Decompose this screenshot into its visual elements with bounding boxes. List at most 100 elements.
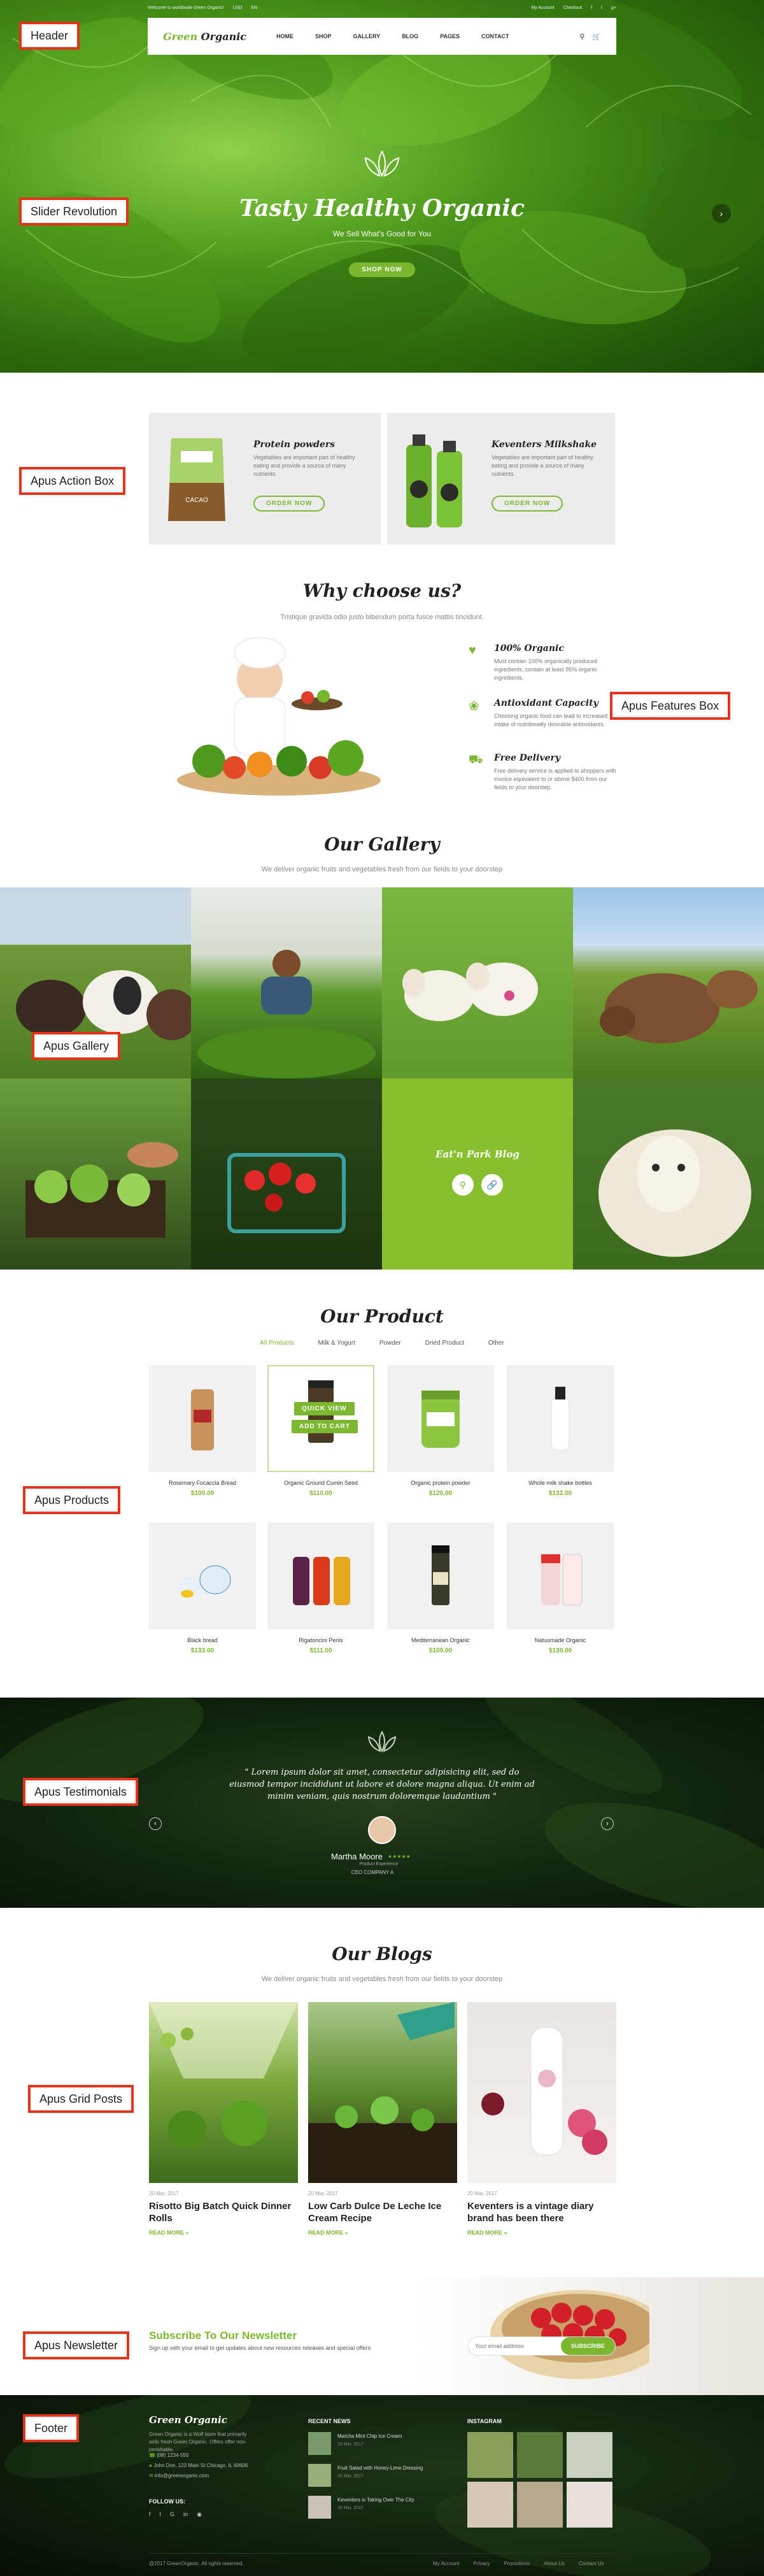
blog-image-watering[interactable] (308, 2002, 457, 2183)
next-arrow-icon[interactable]: › (601, 1817, 614, 1830)
news-item[interactable]: Matcha Mint Chip Ice Cream 20 Mar, 2017 (308, 2432, 435, 2458)
overlay-link-button[interactable]: 🔗 (481, 1174, 503, 1196)
label-gallery: Apus Gallery (32, 1032, 121, 1060)
nav-gallery[interactable]: GALLERY (353, 33, 381, 39)
prev-arrow-icon[interactable]: ‹ (149, 1817, 162, 1830)
instagram-photo[interactable] (467, 2432, 513, 2478)
product-name[interactable]: Black bread (149, 1637, 256, 1643)
footer-link-privacy[interactable]: Privacy (473, 2561, 490, 2566)
feature-item: ⛟ Free Delivery Free delivery service is… (469, 753, 621, 808)
news-title[interactable]: Keventers is Taking Over The City (337, 2497, 414, 2503)
facebook-icon[interactable]: f (149, 2511, 151, 2518)
gallery-image-strawberries[interactable] (191, 1078, 382, 1270)
main-nav: Green Organic HOME SHOP GALLERY BLOG PAG… (148, 18, 616, 55)
logo[interactable]: Green Organic (163, 31, 265, 43)
hero-subtitle: We Sell What's Good for You (332, 229, 432, 238)
blog-image-milk-bottle[interactable] (467, 2002, 616, 2183)
feature-title: Free Delivery (494, 753, 560, 763)
product-card[interactable] (149, 1522, 256, 1629)
product-name[interactable]: Organic protein powder (387, 1480, 494, 1486)
instagram-photo[interactable] (567, 2432, 612, 2478)
blog-title[interactable]: Low Carb Dulce De Leche Ice Cream Recipe (308, 2200, 457, 2224)
gallery-image-sheep[interactable] (573, 1078, 764, 1270)
product-card[interactable] (507, 1365, 614, 1472)
tab-dried-product[interactable]: Dried Product (425, 1340, 464, 1347)
product-card-hover[interactable]: QUICK VIEW ADD TO CART (267, 1365, 374, 1472)
nav-contact[interactable]: CONTACT (481, 33, 509, 39)
product-name[interactable]: Mediterranean Organic (387, 1637, 494, 1643)
product-card[interactable] (149, 1365, 256, 1472)
read-more-link[interactable]: READ MORE » (308, 2229, 457, 2236)
product-price: $132.00 (548, 1490, 572, 1497)
footer-link-contact-us[interactable]: Contact Us (579, 2561, 604, 2566)
order-now-button[interactable]: ORDER NOW (253, 496, 325, 512)
news-title[interactable]: Fruit Salad with Honey-Lime Dressing (337, 2465, 423, 2471)
instagram-photo[interactable] (567, 2482, 612, 2528)
footer-logo[interactable]: Green Organic (149, 2414, 227, 2426)
instagram-photo[interactable] (467, 2482, 513, 2528)
search-icon[interactable]: ⚲ (579, 32, 584, 41)
bread-bag-image (191, 1389, 214, 1450)
tab-milk-yogurt[interactable]: Milk & Yogurt (318, 1340, 355, 1347)
product-card[interactable] (387, 1522, 494, 1629)
shop-now-button[interactable]: SHOP NOW (349, 262, 415, 277)
product-name[interactable]: Whole milk shake bottles (507, 1480, 614, 1486)
footer-link-my-account[interactable]: My Account (433, 2561, 459, 2566)
nav-pages[interactable]: PAGES (440, 33, 460, 39)
facebook-icon[interactable]: f (591, 6, 592, 10)
tab-other[interactable]: Other (488, 1340, 504, 1347)
subscribe-button[interactable]: SUBSCRIBE (560, 2337, 615, 2355)
twitter-icon[interactable]: t (160, 2511, 162, 2518)
currency-select[interactable]: USD (233, 6, 243, 10)
twitter-icon[interactable]: t (601, 6, 602, 10)
gallery-image-seedlings[interactable] (0, 1078, 191, 1270)
gallery-image-woman-field[interactable] (191, 887, 382, 1078)
nav-shop[interactable]: SHOP (315, 33, 332, 39)
product-name[interactable]: Organic Ground Cumin Seed (267, 1480, 374, 1486)
product-name[interactable]: Rosemary Focaccia Bread (149, 1480, 256, 1486)
blogs-subtitle: We deliver organic fruits and vegetables… (261, 1975, 503, 1983)
read-more-link[interactable]: READ MORE » (467, 2229, 616, 2236)
product-card[interactable] (267, 1522, 374, 1629)
email-text[interactable]: info@greenorganic.com (155, 2473, 209, 2479)
email-input[interactable] (475, 2341, 551, 2351)
news-title[interactable]: Matcha Mint Chip Ice Cream (337, 2433, 402, 2439)
instagram-photo[interactable] (517, 2482, 563, 2528)
nav-blog[interactable]: BLOG (402, 33, 418, 39)
instagram-photo[interactable] (517, 2432, 563, 2478)
blog-title[interactable]: Risotto Big Batch Quick Dinner Rolls (149, 2200, 298, 2224)
action-title: Keventers Milkshake (492, 440, 597, 450)
blog-image-greenhouse[interactable] (149, 2002, 298, 2183)
tab-all-products[interactable]: All Products (260, 1340, 294, 1347)
order-now-button[interactable]: ORDER NOW (492, 496, 563, 512)
google-plus-icon[interactable]: G (170, 2511, 174, 2518)
gallery-image-lambs[interactable] (382, 887, 573, 1078)
gallery-image-cattle[interactable] (573, 887, 764, 1078)
google-plus-icon[interactable]: g+ (611, 6, 616, 10)
news-item[interactable]: Fruit Salad with Honey-Lime Dressing 20 … (308, 2464, 435, 2489)
nav-home[interactable]: HOME (276, 33, 294, 39)
newsletter-form: SUBSCRIBE (469, 2337, 615, 2355)
footer-link-promotions[interactable]: Promotions (504, 2561, 530, 2566)
product-card[interactable] (387, 1365, 494, 1472)
product-card[interactable] (507, 1522, 614, 1629)
read-more-link[interactable]: READ MORE » (149, 2229, 298, 2236)
my-account-link[interactable]: My Account (531, 6, 554, 10)
add-to-cart-button[interactable]: ADD TO CART (292, 1420, 358, 1433)
overlay-search-button[interactable]: ⚲ (452, 1174, 474, 1196)
blog-title[interactable]: Keventers is a vintage diary brand has b… (467, 2200, 616, 2224)
tab-powder[interactable]: Powder (379, 1340, 401, 1347)
language-select[interactable]: EN (251, 6, 257, 10)
slider-next-arrow[interactable]: › (712, 204, 731, 223)
instagram-icon[interactable]: ◉ (197, 2511, 202, 2518)
linkedin-icon[interactable]: in (183, 2511, 188, 2518)
blog-date: 20 Mar, 2017 (308, 2191, 338, 2196)
footer-link-about-us[interactable]: About Us (544, 2561, 565, 2566)
cart-icon[interactable]: 🛒 (592, 32, 601, 41)
news-item[interactable]: Keventers is Taking Over The City 20 Mar… (308, 2496, 435, 2521)
top-bar: Welcome to worldwide Green Organic! USD … (148, 3, 616, 13)
checkout-link[interactable]: Checkout (563, 6, 583, 10)
product-name[interactable]: Natuumade Organic (507, 1637, 614, 1643)
product-name[interactable]: Rigatoncini Penis (267, 1637, 374, 1643)
quick-view-button[interactable]: QUICK VIEW (294, 1402, 355, 1415)
